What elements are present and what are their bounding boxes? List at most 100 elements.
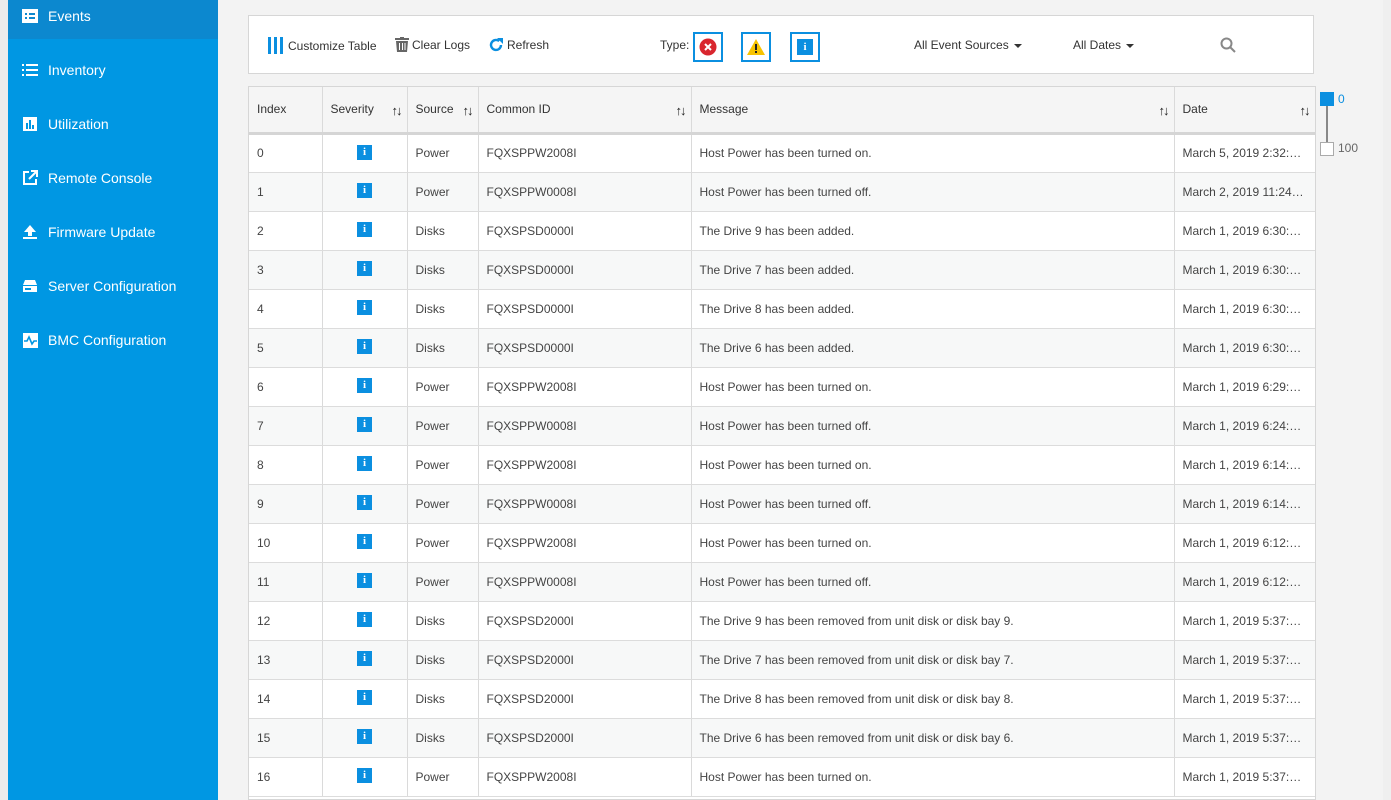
cell-severity: i	[322, 211, 408, 251]
column-header-label: Date	[1182, 102, 1208, 117]
sidebar-item-bmc-configuration[interactable]: BMC Configuration	[8, 317, 218, 363]
sidebar-item-server-configuration[interactable]: Server Configuration	[8, 263, 218, 309]
sort-icon[interactable]: ↑↓	[392, 103, 403, 118]
cell-source: Disks	[407, 250, 479, 290]
table-row[interactable]: 10 i Power FQXSPPW2008I Host Power has been …	[249, 523, 1315, 563]
sort-icon[interactable]: ↑↓	[1300, 103, 1311, 118]
sidebar-item-label: BMC Configuration	[48, 332, 167, 348]
cell-date: March 1, 2019 5:37:…	[1174, 679, 1315, 719]
sort-icon[interactable]: ↑↓	[1159, 103, 1170, 118]
cell-date: March 1, 2019 6:30:…	[1174, 328, 1315, 368]
cell-date: March 1, 2019 5:37:…	[1174, 757, 1315, 797]
scrollbar[interactable]	[1383, 0, 1391, 800]
table-row[interactable]: 2 i Disks FQXSPSD0000I The Drive 9 has been …	[249, 211, 1315, 251]
search-button[interactable]	[1220, 37, 1236, 58]
cell-source: Disks	[407, 289, 479, 329]
column-header-severity[interactable]: Severity ↑↓	[322, 87, 408, 135]
info-icon: i	[357, 611, 372, 627]
table-row[interactable]: 5 i Disks FQXSPSD0000I The Drive 6 has been …	[249, 328, 1315, 368]
column-header-index[interactable]: Index	[249, 87, 323, 135]
cell-index: 14	[249, 679, 323, 719]
cell-message: Host Power has been turned on.	[691, 757, 1175, 797]
chevron-down-icon	[1126, 43, 1135, 48]
sidebar-item-utilization[interactable]: Utilization	[8, 101, 218, 147]
cell-source: Power	[407, 523, 479, 563]
table-row[interactable]: 13 i Disks FQXSPSD2000I The Drive 7 has been…	[249, 640, 1315, 680]
info-icon: i	[357, 377, 372, 393]
type-filter-error-toggle[interactable]	[693, 32, 723, 62]
table-row[interactable]: 4 i Disks FQXSPSD0000I The Drive 8 has been …	[249, 289, 1315, 329]
cell-source: Disks	[407, 718, 479, 758]
table-row[interactable]: 14 i Disks FQXSPSD2000I The Drive 8 has been…	[249, 679, 1315, 719]
table-row[interactable]: 9 i Power FQXSPPW0008I Host Power has been t…	[249, 484, 1315, 524]
cell-message: Host Power has been turned off.	[691, 484, 1175, 524]
type-filter-info-toggle[interactable]: i	[790, 32, 820, 62]
cell-index: 8	[249, 445, 323, 485]
sidebar-item-label: Firmware Update	[48, 224, 156, 240]
cell-index: 13	[249, 640, 323, 680]
cell-date: March 1, 2019 6:29:…	[1174, 367, 1315, 407]
table-row[interactable]: 7 i Power FQXSPPW0008I Host Power has been t…	[249, 406, 1315, 446]
range-start-handle[interactable]	[1320, 92, 1334, 106]
sidebar: Events Inventory Utilization Remote Cons…	[8, 0, 218, 800]
cell-common-id: FQXSPPW0008I	[478, 172, 692, 212]
cell-common-id: FQXSPSD0000I	[478, 328, 692, 368]
cell-common-id: FQXSPPW0008I	[478, 484, 692, 524]
cell-severity: i	[322, 484, 408, 524]
cell-severity: i	[322, 289, 408, 329]
column-header-date[interactable]: Date ↑↓	[1174, 87, 1315, 135]
column-header-common-id[interactable]: Common ID ↑↓	[478, 87, 692, 135]
column-header-source[interactable]: Source ↑↓	[407, 87, 479, 135]
sidebar-item-inventory[interactable]: Inventory	[8, 47, 218, 93]
cell-common-id: FQXSPPW2008I	[478, 523, 692, 563]
upload-icon	[21, 223, 39, 241]
cell-index: 7	[249, 406, 323, 446]
info-icon: i	[357, 416, 372, 432]
clear-logs-button[interactable]: Clear Logs	[395, 37, 470, 52]
table-row[interactable]: 0 i Power FQXSPPW2008I Host Power has been t…	[249, 132, 1315, 173]
range-end-handle[interactable]	[1320, 142, 1334, 156]
table-row[interactable]: 11 i Power FQXSPPW0008I Host Power has been …	[249, 562, 1315, 602]
sort-icon[interactable]: ↑↓	[676, 103, 687, 118]
table-header-row: Index Severity ↑↓ Source ↑↓ Common ID ↑↓ Me…	[249, 87, 1315, 135]
cell-message: Host Power has been turned off.	[691, 172, 1175, 212]
sidebar-item-label: Server Configuration	[48, 278, 177, 294]
refresh-button[interactable]: Refresh	[488, 37, 549, 53]
cell-date: March 1, 2019 6:24:…	[1174, 406, 1315, 446]
table-row[interactable]: 12 i Disks FQXSPSD2000I The Drive 9 has been…	[249, 601, 1315, 641]
sidebar-item-firmware-update[interactable]: Firmware Update	[8, 209, 218, 255]
cell-message: Host Power has been turned on.	[691, 132, 1175, 173]
cell-severity: i	[322, 367, 408, 407]
sidebar-item-remote-console[interactable]: Remote Console	[8, 155, 218, 201]
cell-message: The Drive 6 has been removed from unit d…	[691, 718, 1175, 758]
table-row[interactable]: 3 i Disks FQXSPSD0000I The Drive 7 has been …	[249, 250, 1315, 290]
cell-message: The Drive 8 has been added.	[691, 289, 1175, 329]
table-row[interactable]: 8 i Power FQXSPPW2008I Host Power has been t…	[249, 445, 1315, 485]
column-header-message[interactable]: Message ↑↓	[691, 87, 1175, 135]
dates-dropdown[interactable]: All Dates	[1073, 38, 1135, 52]
cell-severity: i	[322, 679, 408, 719]
table-row[interactable]: 16 i Power FQXSPPW2008I Host Power has been …	[249, 757, 1315, 797]
type-filter-warning-toggle[interactable]	[741, 32, 771, 62]
table-row[interactable]: 15 i Disks FQXSPSD2000I The Drive 6 has been…	[249, 718, 1315, 758]
sidebar-item-events[interactable]: Events	[8, 0, 218, 39]
cell-source: Power	[407, 445, 479, 485]
cell-common-id: FQXSPSD2000I	[478, 640, 692, 680]
event-sources-dropdown[interactable]: All Event Sources	[914, 38, 1022, 52]
cell-severity: i	[322, 757, 408, 797]
cell-date: March 1, 2019 6:14:…	[1174, 484, 1315, 524]
cell-common-id: FQXSPSD2000I	[478, 601, 692, 641]
cell-index: 12	[249, 601, 323, 641]
table-row[interactable]: 6 i Power FQXSPPW2008I Host Power has been t…	[249, 367, 1315, 407]
table-row[interactable]: 1 i Power FQXSPPW0008I Host Power has been t…	[249, 172, 1315, 212]
cell-common-id: FQXSPSD2000I	[478, 718, 692, 758]
list-icon	[21, 61, 39, 79]
column-header-label: Message	[699, 102, 749, 117]
info-icon: i	[357, 182, 372, 198]
sort-icon[interactable]: ↑↓	[463, 103, 474, 118]
cell-index: 6	[249, 367, 323, 407]
customize-table-button[interactable]: Customize Table	[268, 37, 377, 54]
cell-date: March 1, 2019 5:37:…	[1174, 601, 1315, 641]
cell-severity: i	[322, 601, 408, 641]
cell-source: Disks	[407, 328, 479, 368]
